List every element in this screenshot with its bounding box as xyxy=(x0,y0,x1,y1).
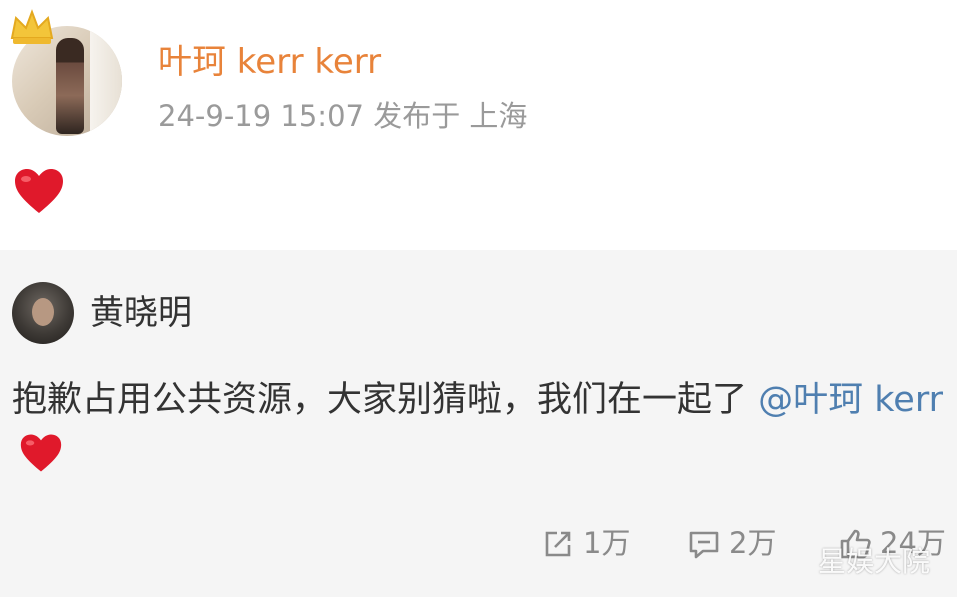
mention-link[interactable]: @叶珂 kerr xyxy=(758,380,943,420)
heart-icon xyxy=(20,434,62,472)
avatar-window xyxy=(90,26,122,136)
avatar-figure xyxy=(56,38,84,134)
share-count: 1万 xyxy=(583,526,631,560)
original-post: 叶珂 kerr kerr 24-9-19 15:07 发布于 上海 xyxy=(0,0,957,250)
post-timestamp-location: 24-9-19 15:07 发布于 上海 xyxy=(158,99,528,133)
comment-button[interactable]: 2万 xyxy=(687,523,787,563)
share-button[interactable]: 1万 xyxy=(541,523,641,563)
author-avatar-container[interactable] xyxy=(8,8,128,136)
watermark: 星娱大院 xyxy=(818,545,931,578)
action-bar: 1万 2万 24万 xyxy=(0,523,957,563)
repost-card[interactable]: 黄晓明 抱歉占用公共资源，大家别猜啦，我们在一起了 @叶珂 kerr 1万 2万 xyxy=(0,250,957,597)
share-icon xyxy=(545,531,571,557)
repost-author-name[interactable]: 黄晓明 xyxy=(90,292,192,334)
heart-icon xyxy=(15,169,63,213)
avatar-face xyxy=(32,298,54,326)
repost-text: 抱歉占用公共资源，大家别猜啦，我们在一起了 @叶珂 kerr xyxy=(12,372,947,486)
crown-icon xyxy=(10,9,54,44)
avatar[interactable] xyxy=(12,282,74,344)
comment-icon xyxy=(689,531,719,559)
post-author-name[interactable]: 叶珂 kerr kerr xyxy=(158,42,381,82)
comment-count: 2万 xyxy=(729,526,777,560)
repost-body: 抱歉占用公共资源，大家别猜啦，我们在一起了 xyxy=(12,380,759,420)
